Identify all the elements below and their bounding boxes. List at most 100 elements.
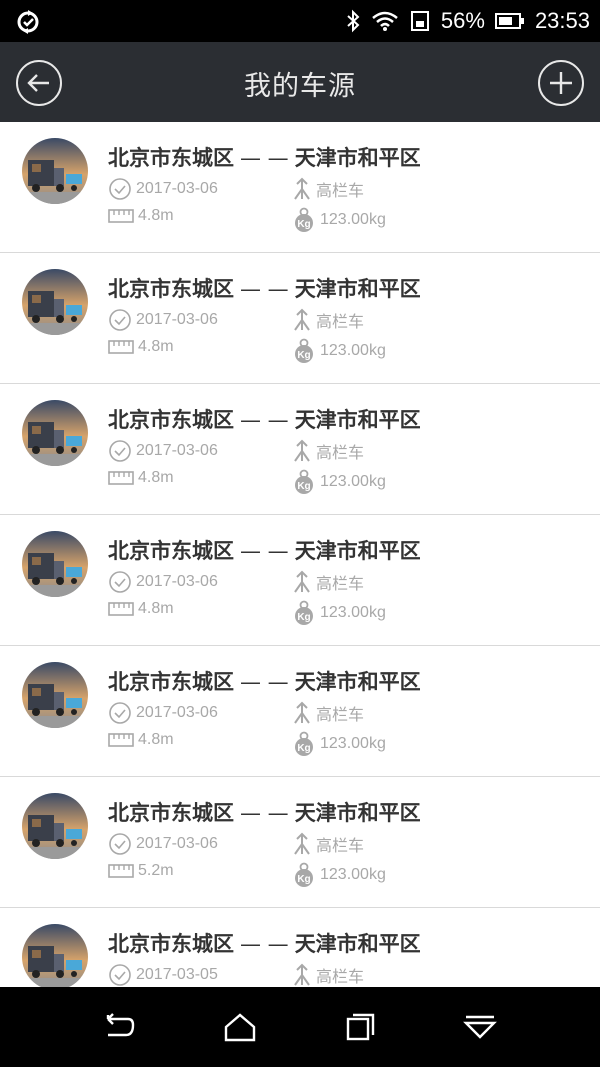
truck-avatar	[22, 269, 88, 335]
origin: 北京市东城区	[108, 670, 234, 694]
check-circle-icon	[109, 833, 131, 855]
list-item[interactable]: 北京市东城区 — — 天津市和平区 2017-03-06 高栏车 5.2m Kg…	[0, 777, 600, 908]
truck-type-icon	[294, 439, 310, 462]
length-field: 4.8m	[108, 338, 174, 356]
date-value: 2017-03-06	[136, 442, 218, 459]
route-dash: — —	[240, 539, 289, 563]
truck-type-field: 高栏车	[292, 439, 364, 463]
dropdown-icon[interactable]	[462, 1011, 498, 1043]
destination: 天津市和平区	[294, 539, 421, 563]
route-dash: — —	[240, 408, 289, 432]
ruler-icon	[108, 209, 134, 223]
route: 北京市东城区 — — 天津市和平区	[108, 404, 421, 434]
truck-avatar	[22, 400, 88, 466]
truck-type-value: 高栏车	[316, 445, 365, 462]
destination: 天津市和平区	[294, 932, 421, 956]
system-nav-bar	[0, 987, 600, 1067]
truck-type-value: 高栏车	[316, 969, 365, 986]
origin: 北京市东城区	[108, 277, 234, 301]
truck-type-icon	[294, 832, 310, 855]
truck-type-field: 高栏车	[292, 570, 364, 594]
length-value: 4.8m	[138, 600, 174, 617]
route-dash: — —	[240, 932, 289, 956]
ruler-icon	[108, 340, 134, 354]
date-field: 2017-03-06	[108, 308, 218, 332]
truck-type-field: 高栏车	[292, 701, 364, 725]
svg-text:Kg: Kg	[297, 219, 310, 230]
status-right: 56% 23:53	[345, 6, 590, 36]
route-dash: — —	[240, 670, 289, 694]
truck-avatar	[22, 924, 88, 987]
truck-type-icon	[294, 308, 310, 331]
truck-type-icon	[294, 701, 310, 724]
truck-type-field: 高栏车	[292, 177, 364, 201]
date-field: 2017-03-06	[108, 177, 218, 201]
truck-avatar	[22, 662, 88, 728]
length-field: 4.8m	[108, 731, 174, 749]
list-item[interactable]: 北京市东城区 — — 天津市和平区 2017-03-06 高栏车 4.8m Kg…	[0, 515, 600, 646]
truck-type-value: 高栏车	[316, 183, 365, 200]
route: 北京市东城区 — — 天津市和平区	[108, 535, 421, 565]
list-item[interactable]: 北京市东城区 — — 天津市和平区 2017-03-06 高栏车 4.8m Kg…	[0, 253, 600, 384]
ruler-icon	[108, 864, 134, 878]
weight-kg-icon: Kg	[295, 207, 313, 232]
weight-value: 123.00kg	[320, 473, 386, 490]
origin: 北京市东城区	[108, 801, 234, 825]
date-field: 2017-03-06	[108, 832, 218, 856]
date-value: 2017-03-06	[136, 573, 218, 590]
list-item[interactable]: 北京市东城区 — — 天津市和平区 2017-03-05 高栏车	[0, 908, 600, 987]
home-icon[interactable]	[222, 1011, 258, 1043]
weight-field: Kg 123.00kg	[292, 600, 386, 626]
weight-value: 123.00kg	[320, 211, 386, 228]
route: 北京市东城区 — — 天津市和平区	[108, 273, 421, 303]
origin: 北京市东城区	[108, 408, 234, 432]
back-nav-icon[interactable]	[102, 1011, 138, 1043]
truck-type-value: 高栏车	[316, 314, 365, 331]
date-value: 2017-03-06	[136, 704, 218, 721]
length-field: 4.8m	[108, 600, 174, 618]
ruler-icon	[108, 471, 134, 485]
list-item[interactable]: 北京市东城区 — — 天津市和平区 2017-03-06 高栏车 4.8m Kg…	[0, 646, 600, 777]
ruler-icon	[108, 602, 134, 616]
length-value: 4.8m	[138, 207, 174, 224]
status-time: 23:53	[534, 8, 590, 33]
truck-type-field: 高栏车	[292, 963, 364, 987]
truck-type-icon	[294, 963, 310, 986]
weight-kg-icon: Kg	[295, 338, 313, 363]
app-header: 我的车源	[0, 42, 600, 122]
date-value: 2017-03-05	[136, 966, 218, 983]
bluetooth-icon	[347, 9, 360, 33]
weight-field: Kg 123.00kg	[292, 338, 386, 364]
vehicle-list[interactable]: 北京市东城区 — — 天津市和平区 2017-03-06 高栏车 4.8m Kg…	[0, 122, 600, 987]
list-item[interactable]: 北京市东城区 — — 天津市和平区 2017-03-06 高栏车 4.8m Kg…	[0, 122, 600, 253]
check-circle-icon	[109, 440, 131, 462]
svg-text:Kg: Kg	[297, 612, 310, 623]
route-dash: — —	[240, 146, 289, 170]
origin: 北京市东城区	[108, 146, 234, 170]
destination: 天津市和平区	[294, 801, 421, 825]
recent-apps-icon[interactable]	[342, 1011, 378, 1043]
truck-avatar	[22, 531, 88, 597]
date-field: 2017-03-06	[108, 701, 218, 725]
route: 北京市东城区 — — 天津市和平区	[108, 666, 421, 696]
date-field: 2017-03-06	[108, 570, 218, 594]
sync-icon	[17, 10, 39, 34]
length-field: 4.8m	[108, 469, 174, 487]
length-value: 4.8m	[138, 469, 174, 486]
length-value: 4.8m	[138, 731, 174, 748]
date-field: 2017-03-06	[108, 439, 218, 463]
weight-field: Kg 123.00kg	[292, 731, 386, 757]
ruler-icon	[108, 733, 134, 747]
truck-type-field: 高栏车	[292, 832, 364, 856]
origin: 北京市东城区	[108, 932, 234, 956]
weight-kg-icon: Kg	[295, 862, 313, 887]
weight-kg-icon: Kg	[295, 469, 313, 494]
weight-field: Kg 123.00kg	[292, 862, 386, 888]
add-button[interactable]	[538, 60, 584, 106]
weight-kg-icon: Kg	[295, 600, 313, 625]
truck-avatar	[22, 138, 88, 204]
page-title: 我的车源	[244, 71, 356, 102]
length-value: 5.2m	[138, 862, 174, 879]
svg-text:Kg: Kg	[297, 743, 310, 754]
list-item[interactable]: 北京市东城区 — — 天津市和平区 2017-03-06 高栏车 4.8m Kg…	[0, 384, 600, 515]
